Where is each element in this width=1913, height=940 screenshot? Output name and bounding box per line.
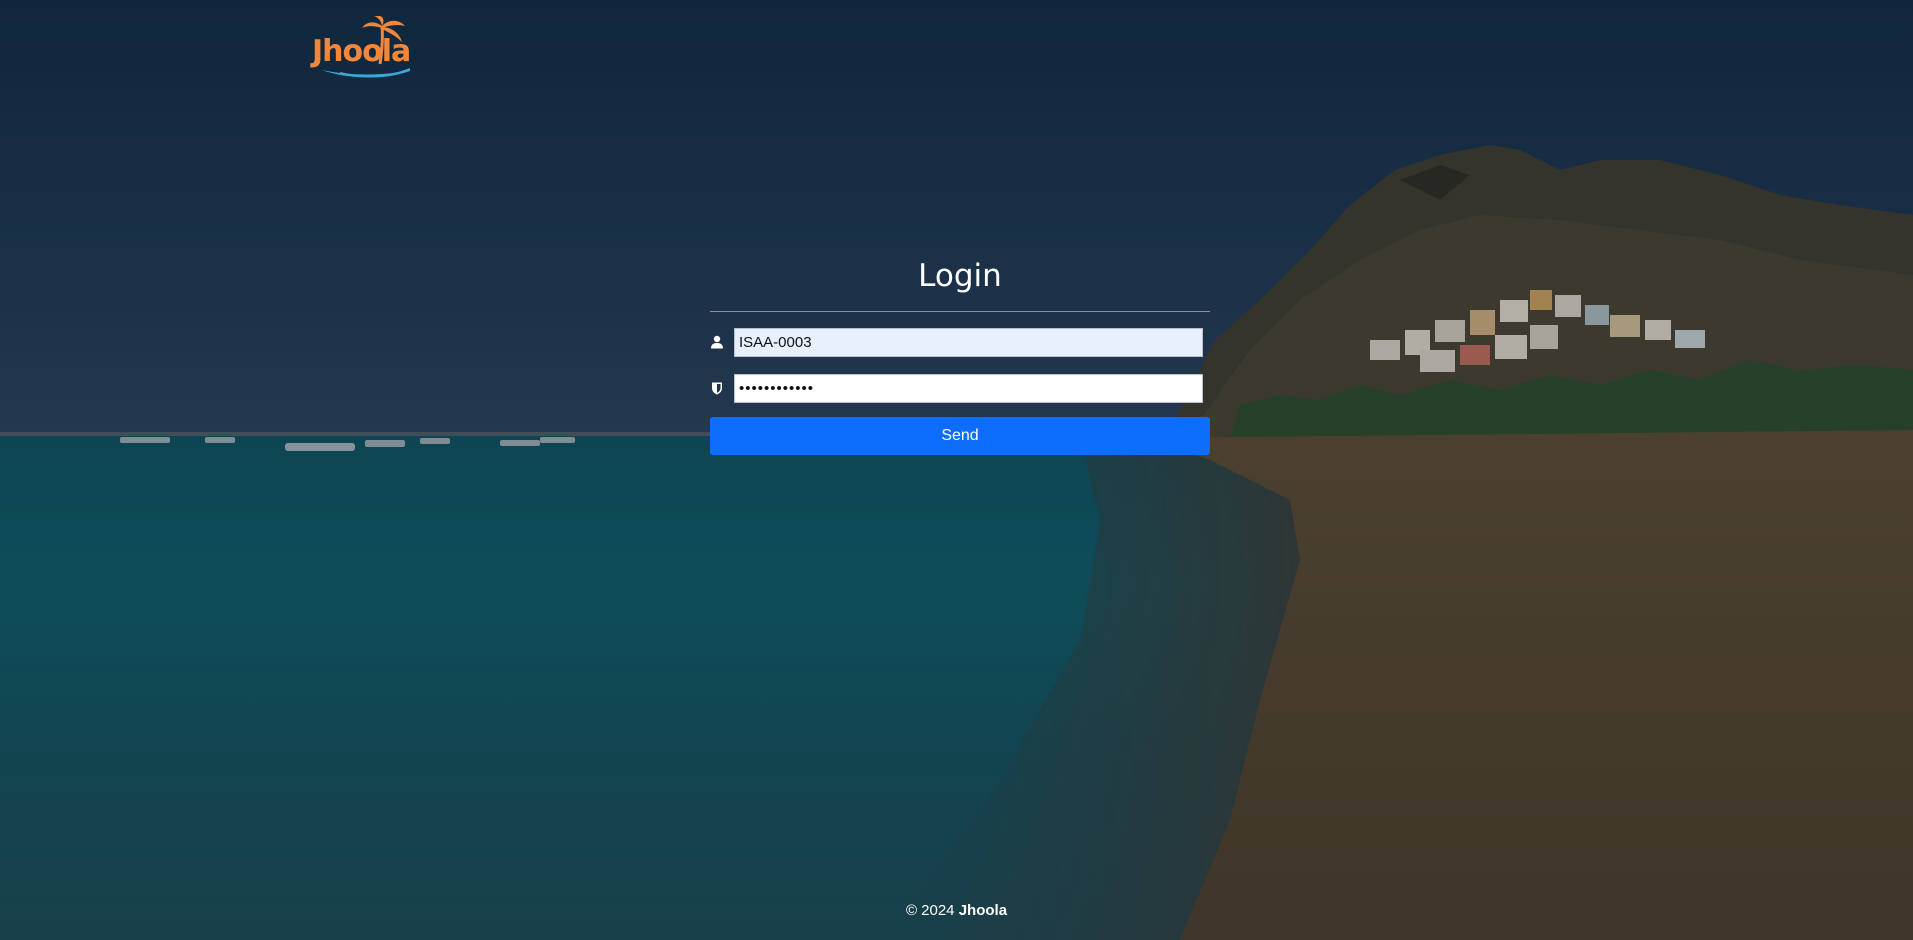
login-form: Login Send	[710, 255, 1210, 455]
password-input[interactable]	[734, 373, 1203, 403]
background-dim-overlay	[0, 0, 1913, 940]
footer: © 2024 Jhoola	[0, 902, 1913, 919]
password-row	[710, 373, 1210, 403]
title-divider	[710, 311, 1210, 312]
send-button[interactable]: Send	[710, 417, 1210, 455]
user-icon	[710, 327, 734, 357]
shield-icon	[710, 373, 734, 403]
footer-company: Jhoola	[958, 902, 1008, 919]
jhoola-logo[interactable]: Jhoola	[310, 15, 415, 78]
logo-text: Jhoola	[312, 34, 411, 69]
username-row	[710, 327, 1210, 357]
copyright-text: © 2024	[905, 902, 959, 919]
background-scene	[0, 0, 1913, 940]
username-input[interactable]	[734, 327, 1203, 357]
login-title: Login	[918, 258, 1002, 294]
